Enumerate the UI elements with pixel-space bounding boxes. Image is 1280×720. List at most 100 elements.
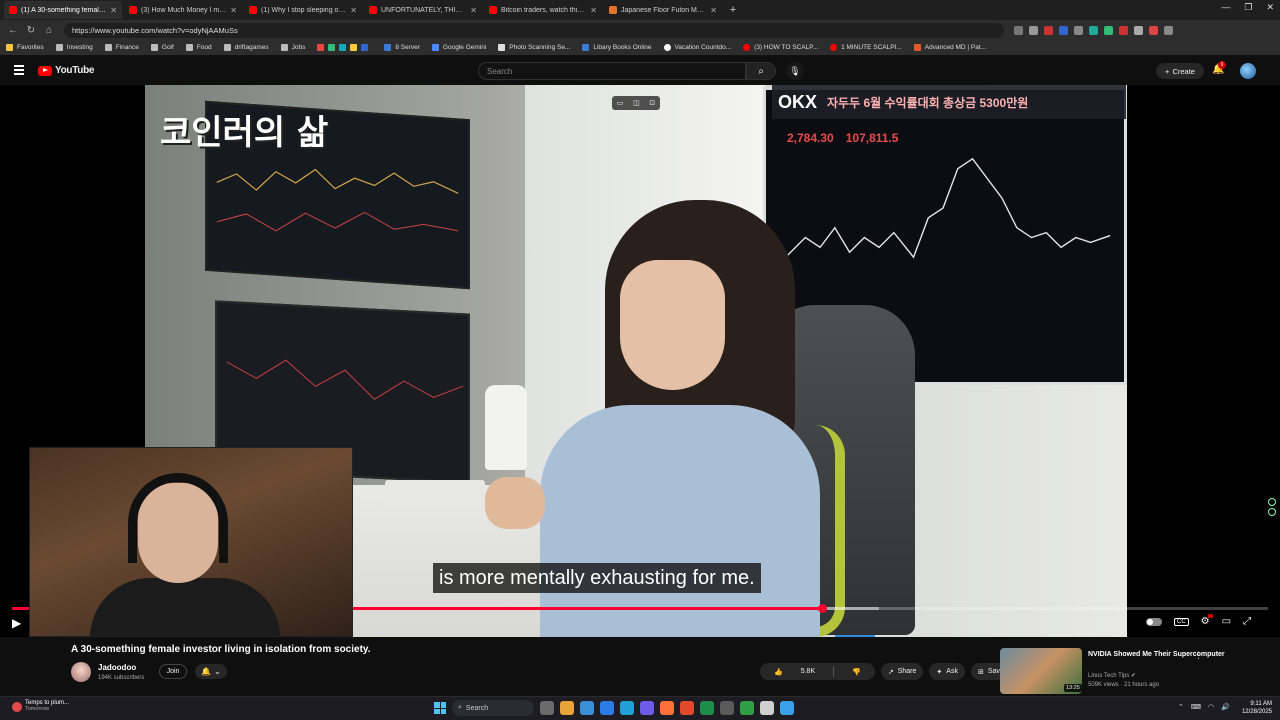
recommended-video[interactable]: 13:25 NVIDIA Showed Me Their Supercomput… xyxy=(1000,648,1270,694)
channel-avatar[interactable] xyxy=(71,662,91,682)
share-button[interactable]: ↗ Share xyxy=(880,663,924,680)
youtube-logo[interactable]: YouTube xyxy=(38,65,95,76)
copilot-icon[interactable] xyxy=(1268,498,1276,506)
search-icon: ⌕ xyxy=(458,704,462,711)
close-tab-icon[interactable]: ✕ xyxy=(710,6,717,15)
extension-icon[interactable] xyxy=(1104,25,1113,35)
close-tab-icon[interactable]: ✕ xyxy=(590,6,597,15)
bookmark-folder[interactable]: driftagames xyxy=(223,44,269,51)
bookmark-photo-scanning[interactable]: Photo Scanning Se... xyxy=(498,44,570,51)
bookmark-advanced-md[interactable]: Advanced MD | Pat... xyxy=(913,44,986,51)
video-title: A 30-something female investor living in… xyxy=(71,644,371,655)
close-tab-icon[interactable]: ✕ xyxy=(350,6,357,15)
wifi-icon[interactable]: ◠ xyxy=(1208,703,1214,711)
subscribed-bell-button[interactable]: 🔔 ⌄ xyxy=(195,664,227,679)
favorite-star-icon[interactable] xyxy=(1029,25,1038,35)
menu-icon[interactable] xyxy=(14,65,24,75)
bookmark-folder[interactable]: Jobs xyxy=(280,44,305,51)
network-icon[interactable]: ⌨ xyxy=(1191,703,1201,711)
edge-browser-icon[interactable] xyxy=(620,701,634,715)
voice-search-button[interactable]: 🎙 xyxy=(786,62,804,80)
app-icon[interactable] xyxy=(780,701,794,715)
close-tab-icon[interactable]: ✕ xyxy=(110,6,117,15)
screenshot-icon[interactable]: ◫ xyxy=(633,99,640,107)
join-button[interactable]: Join xyxy=(159,664,187,679)
ask-button[interactable]: ✦ Ask xyxy=(929,663,965,680)
task-view-icon[interactable] xyxy=(540,701,554,715)
dislike-button[interactable]: 👎 xyxy=(838,663,875,680)
back-icon[interactable]: ← xyxy=(6,25,20,36)
close-tab-icon[interactable]: ✕ xyxy=(470,6,477,15)
bookmark-folder[interactable]: Food xyxy=(185,44,212,51)
weather-widget[interactable]: Temps to plum... Tomorrow xyxy=(12,700,69,712)
settings-icon[interactable] xyxy=(1164,25,1173,35)
fullscreen-icon[interactable]: ⤢ xyxy=(1243,616,1251,627)
chevron-up-icon[interactable]: ⌃ xyxy=(1178,703,1184,711)
bookmark-vacation[interactable]: Vacation Countdo... xyxy=(663,44,731,51)
browser-tab-1[interactable]: (3) How Much Money I made Day... ✕ xyxy=(124,1,242,19)
bookmark-folder[interactable]: Golf xyxy=(150,44,174,51)
theater-mode-icon[interactable]: ▭ xyxy=(1222,616,1231,627)
autoplay-toggle[interactable] xyxy=(1146,617,1162,626)
browser-tab-0[interactable]: (1) A 30-something female in... ✕ xyxy=(4,1,122,19)
minimize-icon[interactable]: — xyxy=(1221,2,1230,13)
play-icon[interactable]: ▶ xyxy=(12,616,21,630)
refresh-icon[interactable]: ↻ xyxy=(24,25,38,36)
like-button[interactable]: 👍 5.8K xyxy=(760,663,829,680)
app-icon[interactable] xyxy=(640,701,654,715)
xbox-icon[interactable] xyxy=(740,701,754,715)
miniplayer-icon[interactable]: ▭ xyxy=(617,99,624,107)
miniplayer-controls[interactable]: ▭ ◫ ⊡ xyxy=(612,96,660,110)
bookmark-folder[interactable]: Finance xyxy=(104,44,139,51)
bookmark-favorites[interactable]: Favorites xyxy=(6,44,44,51)
browser-tab-5[interactable]: Japanese Floor Futon Mattress – J... ✕ xyxy=(604,1,722,19)
recommended-title[interactable]: NVIDIA Showed Me Their Supercomputer xyxy=(1088,650,1258,660)
restore-icon[interactable]: ❐ xyxy=(1244,2,1252,13)
file-explorer-icon[interactable] xyxy=(560,701,574,715)
taskbar-search[interactable]: ⌕ Search xyxy=(452,700,534,716)
search-button[interactable]: ⌕ xyxy=(746,62,776,80)
bookmark-library-books[interactable]: Libary Books Online xyxy=(582,44,652,51)
close-tab-icon[interactable]: ✕ xyxy=(230,6,237,15)
extension-icon[interactable] xyxy=(1268,508,1276,516)
app-icon[interactable] xyxy=(760,701,774,715)
bookmark-scalp-2[interactable]: 1 MINUTE SCALPI... xyxy=(830,44,902,51)
reader-icon[interactable] xyxy=(1014,25,1023,35)
bookmark-gemini[interactable]: Google Gemini xyxy=(431,44,486,51)
taskbar-clock[interactable]: 9:11 AM 12/28/2025 xyxy=(1236,700,1272,716)
extension-icon[interactable] xyxy=(1089,25,1098,35)
cast-icon[interactable]: ⊡ xyxy=(649,99,655,107)
close-window-icon[interactable]: ✕ xyxy=(1266,2,1274,13)
firefox-icon[interactable] xyxy=(660,701,674,715)
more-vertical-icon[interactable]: ⋮ xyxy=(1194,650,1203,661)
bookmark-folder[interactable]: Investing xyxy=(55,44,93,51)
volume-icon[interactable]: 🔊 xyxy=(1221,703,1230,711)
user-avatar[interactable] xyxy=(1240,63,1256,79)
bookmark-icon-group[interactable] xyxy=(317,44,372,51)
address-bar[interactable]: https://www.youtube.com/watch?v=odyNjAAM… xyxy=(64,22,1004,38)
extension-icon[interactable] xyxy=(1044,25,1053,35)
bookmark-scalp-1[interactable]: (3) HOW TO SCALP... xyxy=(743,44,818,51)
new-tab-button[interactable]: + xyxy=(724,1,742,19)
windows-start-icon[interactable] xyxy=(434,702,446,714)
extension-icon[interactable] xyxy=(1119,25,1128,35)
app-icon[interactable] xyxy=(600,701,614,715)
settings-gear-icon[interactable]: ⚙ xyxy=(1201,614,1213,627)
extension-icon[interactable] xyxy=(1059,25,1068,35)
browser-tab-2[interactable]: (1) Why I stop sleeping on beds a... ✕ xyxy=(244,1,362,19)
home-icon[interactable]: ⌂ xyxy=(42,25,56,36)
captions-icon[interactable]: CC xyxy=(1174,617,1189,626)
channel-name[interactable]: Jadoodoo xyxy=(98,663,136,672)
browser-tab-4[interactable]: Bitcoin traders, watch this before...✕ xyxy=(484,1,602,19)
app-icon[interactable] xyxy=(680,701,694,715)
extension-icon[interactable] xyxy=(1074,25,1083,35)
extension-icon[interactable] xyxy=(1134,25,1143,35)
excel-icon[interactable] xyxy=(700,701,714,715)
extension-icon[interactable] xyxy=(1149,25,1158,35)
app-icon[interactable] xyxy=(720,701,734,715)
create-button[interactable]: + Create xyxy=(1156,63,1204,79)
browser-tab-3[interactable]: UNFORTUNATELY, THIS IS WHERE... ✕ xyxy=(364,1,482,19)
settings-app-icon[interactable] xyxy=(580,701,594,715)
search-input[interactable]: Search xyxy=(478,62,746,80)
bookmark-8-server[interactable]: 8 Server xyxy=(384,44,420,51)
